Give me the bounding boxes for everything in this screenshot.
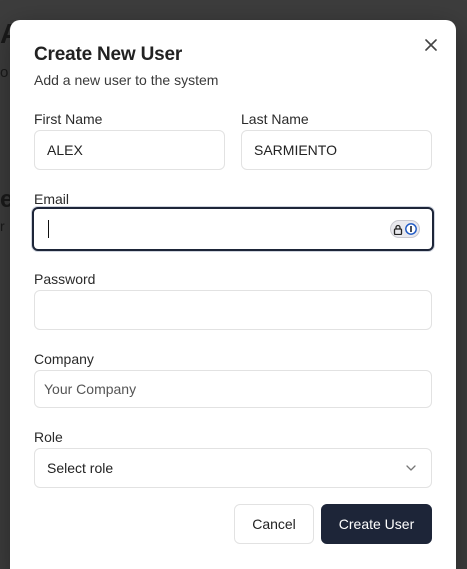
password-label: Password xyxy=(34,271,96,287)
password-field[interactable] xyxy=(34,290,432,330)
close-icon xyxy=(425,39,437,51)
background-text-fragment: o xyxy=(0,64,9,81)
last-name-field[interactable]: SARMIENTO xyxy=(241,130,432,170)
create-user-button[interactable]: Create User xyxy=(321,504,432,544)
password-manager-icon xyxy=(405,223,417,235)
company-placeholder: Your Company xyxy=(44,381,137,397)
last-name-label: Last Name xyxy=(241,111,309,127)
first-name-field[interactable]: ALEX xyxy=(34,130,225,170)
email-label: Email xyxy=(34,191,70,207)
last-name-value: SARMIENTO xyxy=(254,142,337,158)
background-text-fragment: r xyxy=(0,218,5,234)
role-selected-value: Select role xyxy=(47,460,114,476)
dialog-subtitle: Add a new user to the system xyxy=(34,72,219,88)
first-name-label: First Name xyxy=(34,111,103,127)
email-field[interactable] xyxy=(32,207,434,251)
create-user-dialog: Create New User Add a new user to the sy… xyxy=(10,20,456,569)
text-cursor xyxy=(48,220,49,238)
role-label: Role xyxy=(34,429,63,445)
lock-icon xyxy=(393,224,403,235)
company-label: Company xyxy=(34,351,94,367)
cancel-button[interactable]: Cancel xyxy=(234,504,314,544)
password-manager-badge[interactable] xyxy=(390,220,420,238)
first-name-value: ALEX xyxy=(47,142,83,158)
chevron-down-icon xyxy=(406,465,416,471)
dialog-title: Create New User xyxy=(34,44,183,65)
close-button[interactable] xyxy=(420,34,442,56)
company-field[interactable]: Your Company xyxy=(34,370,432,408)
role-select[interactable]: Select role xyxy=(34,448,432,488)
